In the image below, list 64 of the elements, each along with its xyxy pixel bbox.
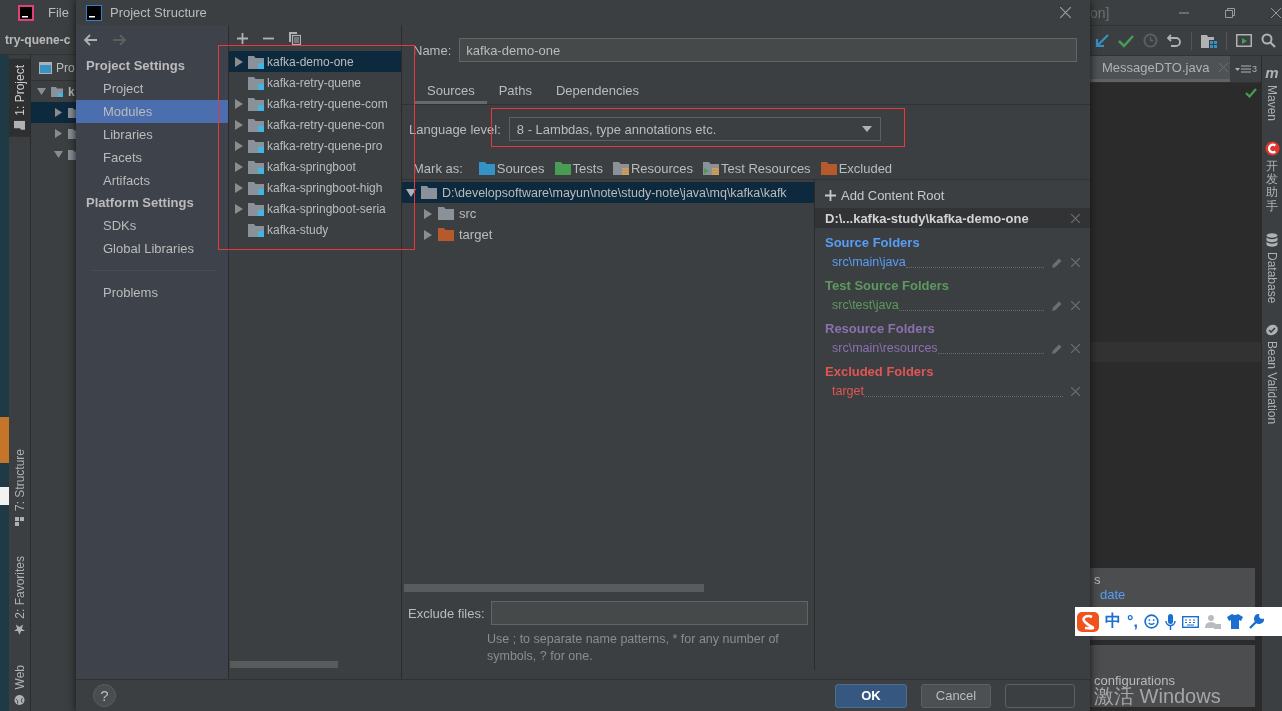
mark-as-button[interactable]: Test Resources <box>703 160 811 176</box>
add-content-root-button[interactable]: Add Content Root <box>815 182 1090 208</box>
module-item[interactable]: kafka-springboot <box>229 156 401 177</box>
help-button[interactable]: ? <box>93 684 116 707</box>
mark-as-button[interactable]: Tests <box>554 160 603 176</box>
tab[interactable]: Paths <box>486 80 544 104</box>
nav-item[interactable]: Artifacts <box>76 169 228 192</box>
nav-item[interactable]: SDKs <box>76 214 228 237</box>
mark-as-button[interactable]: Sources <box>478 160 545 176</box>
ok-button[interactable]: OK <box>835 683 907 708</box>
editor-tab[interactable]: MessageDTO.java <box>1090 56 1230 82</box>
module-item[interactable]: kafka-springboot-high <box>229 177 401 198</box>
content-root-row[interactable]: D:\developsoftware\mayun\note\study-note\java\mq\kafka\kafk <box>402 182 814 203</box>
nav-item[interactable]: Facets <box>76 146 228 169</box>
folder-row[interactable]: src <box>402 203 814 224</box>
maven-icon: m <box>1265 64 1279 81</box>
tool-window-tab[interactable]: 7: Structure <box>9 442 30 532</box>
module-item[interactable]: kafka-retry-quene-pro <box>229 135 401 156</box>
language-level-dropdown[interactable]: 8 - Lambdas, type annotations etc. <box>508 117 881 141</box>
module-item[interactable]: kafka-retry-quene <box>229 72 401 93</box>
dialog-title: Project Structure <box>110 5 207 20</box>
panel-title: Pro <box>56 60 75 75</box>
tab[interactable]: Sources <box>415 80 487 104</box>
module-item[interactable]: kafka-springboot-seria <box>229 198 401 219</box>
tool-window-tab[interactable]: Web <box>9 658 30 711</box>
folder-path: src\main\java <box>832 255 906 269</box>
folder-path: src\test\java <box>832 298 899 312</box>
tree-row[interactable]: k <box>31 81 76 102</box>
folder-path: src\main\resources <box>832 341 938 355</box>
folder-row[interactable]: target <box>402 224 814 245</box>
nav-item[interactable]: Project <box>76 77 228 100</box>
mark-as-button[interactable]: Resources <box>612 160 694 176</box>
exclude-files-label: Exclude files: <box>408 605 485 621</box>
module-item[interactable]: kafka-demo-one <box>229 51 401 72</box>
section-heading: Platform Settings <box>85 194 195 212</box>
mark-as-button[interactable]: Excluded <box>820 160 893 176</box>
ime-mode[interactable]: 中 <box>1105 611 1121 632</box>
tool-window-tab[interactable]: 1: Project <box>9 59 30 137</box>
folder-path: target <box>832 384 864 398</box>
nav-item[interactable]: Problems <box>76 281 228 304</box>
nav-item[interactable]: Global Libraries <box>76 237 228 260</box>
tool-window-tab[interactable]: 开发助手 <box>1264 141 1280 213</box>
menu-item[interactable]: File <box>48 5 69 20</box>
folder-group-title: Source Folders <box>824 234 921 252</box>
name-field[interactable]: kafka-demo-one <box>459 38 1077 62</box>
project-name: try-quene-c <box>5 32 71 47</box>
nav-item[interactable]: Libraries <box>76 123 228 146</box>
cancel-button[interactable]: Cancel <box>921 683 991 708</box>
module-item[interactable]: kafka-retry-quene-con <box>229 114 401 135</box>
folder-group-title: Test Source Folders <box>824 277 950 295</box>
tool-window-tab[interactable]: Database <box>1265 232 1279 304</box>
folder-group-title: Excluded Folders <box>824 363 935 381</box>
tool-window-tab[interactable]: m Maven <box>1265 64 1279 122</box>
module-item[interactable]: kafka-study <box>229 219 401 240</box>
tab-list-button[interactable]: 3 <box>1235 64 1257 74</box>
tool-window-tab[interactable]: Bean Validation <box>1265 323 1279 425</box>
ime-mode[interactable]: °, <box>1127 612 1138 631</box>
module-item[interactable]: kafka-retry-quene-com <box>229 93 401 114</box>
folder-group-title: Resource Folders <box>824 320 936 338</box>
hint-text: Use ; to separate name patterns, * for any number of symbols, ? for one. <box>487 631 780 665</box>
section-heading: Project Settings <box>85 57 186 75</box>
tool-window-tab[interactable]: 2: Favorites <box>9 549 30 641</box>
tab[interactable]: Dependencies <box>543 80 652 104</box>
content-root-header: D:\...kafka-study\kafka-demo-one <box>815 208 1090 228</box>
